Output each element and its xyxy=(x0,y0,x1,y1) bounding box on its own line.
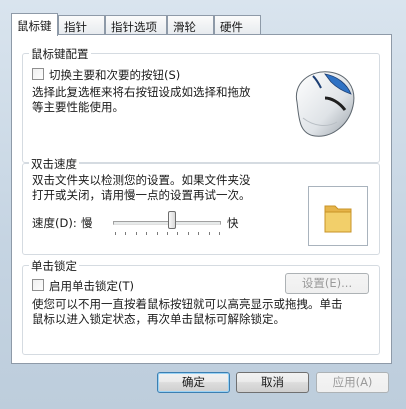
tab-label: 滑轮 xyxy=(173,20,196,34)
slider-tick xyxy=(156,232,158,235)
tab-pointers[interactable]: 指针 xyxy=(58,15,105,35)
description-line: 等主要性能使用。 xyxy=(32,100,124,114)
tab-wheel[interactable]: 滑轮 xyxy=(167,15,214,35)
ok-button[interactable]: 确定 xyxy=(157,372,230,393)
click-lock-group: 单击锁定 启用单击锁定(T) 设置(E)... 使您可以不用一直按着鼠标按钮就可… xyxy=(22,258,380,355)
description-line: 打开或关闭，请用慢一点的设置再试一次。 xyxy=(32,188,251,202)
tab-buttons[interactable]: 鼠标键 xyxy=(11,13,58,36)
speed-slider-track[interactable] xyxy=(113,221,221,225)
slider-tick xyxy=(208,232,210,235)
tab-label: 指针 xyxy=(64,20,87,34)
apply-button[interactable]: 应用(A) xyxy=(316,372,389,393)
slider-tick xyxy=(219,232,220,235)
mouse-image xyxy=(295,71,355,137)
slider-tick xyxy=(187,232,189,235)
description-line: 双击文件夹以检测您的设置。如果文件夹没 xyxy=(32,173,251,187)
tab-hardware[interactable]: 硬件 xyxy=(214,15,261,35)
double-click-test-area[interactable] xyxy=(308,186,368,246)
slider-tick xyxy=(198,232,200,235)
click-lock-label[interactable]: 启用单击锁定(T) xyxy=(49,278,134,294)
click-lock-description: 使您可以不用一直按着鼠标按钮就可以高亮显示或拖拽。单击 鼠标以进入锁定状态，再次… xyxy=(32,297,343,327)
button-config-group: 鼠标键配置 切换主要和次要的按钮(S) 选择此复选框来将右按钮设成如选择和拖放 … xyxy=(22,46,380,163)
double-click-description: 双击文件夹以检测您的设置。如果文件夹没 打开或关闭，请用慢一点的设置再试一次。 xyxy=(32,173,251,203)
tab-label: 硬件 xyxy=(220,20,243,34)
tab-panel: 鼠标键配置 切换主要和次要的按钮(S) 选择此复选框来将右按钮设成如选择和拖放 … xyxy=(11,34,392,364)
slider-tick xyxy=(146,232,148,235)
slider-tick xyxy=(177,232,179,235)
speed-slider-thumb[interactable] xyxy=(168,211,177,229)
group-title: 双击速度 xyxy=(29,156,79,172)
group-title: 鼠标键配置 xyxy=(29,46,91,62)
slider-tick xyxy=(167,232,168,235)
switch-buttons-checkbox[interactable] xyxy=(32,68,44,80)
click-lock-checkbox[interactable] xyxy=(32,279,44,291)
fast-label: 快 xyxy=(227,216,239,230)
tab-pointer-options[interactable]: 指针选项 xyxy=(105,15,167,35)
switch-buttons-label[interactable]: 切换主要和次要的按钮(S) xyxy=(49,67,180,83)
description-line: 选择此复选框来将右按钮设成如选择和拖放 xyxy=(32,85,251,99)
description-line: 使您可以不用一直按着鼠标按钮就可以高亮显示或拖拽。单击 xyxy=(32,297,343,311)
slider-tick xyxy=(135,232,137,235)
cancel-button[interactable]: 取消 xyxy=(236,372,309,393)
slow-label: 慢 xyxy=(81,216,93,230)
click-lock-settings-button[interactable]: 设置(E)... xyxy=(285,273,369,294)
folder-icon[interactable] xyxy=(323,200,353,234)
mouse-properties-dialog: 鼠标键 指针 指针选项 滑轮 硬件 鼠标键配置 切换主要和次要的按钮(S) 选择… xyxy=(0,0,406,409)
slider-tick xyxy=(115,232,116,235)
double-click-group: 双击速度 双击文件夹以检测您的设置。如果文件夹没 打开或关闭，请用慢一点的设置再… xyxy=(22,156,380,255)
button-config-description: 选择此复选框来将右按钮设成如选择和拖放 等主要性能使用。 xyxy=(32,85,251,115)
slider-tick xyxy=(125,232,127,235)
speed-label: 速度(D): xyxy=(32,216,77,230)
tab-label: 指针选项 xyxy=(111,20,157,34)
group-title: 单击锁定 xyxy=(29,258,79,274)
description-line: 鼠标以进入锁定状态，再次单击鼠标可解除锁定。 xyxy=(32,312,285,326)
tab-label: 鼠标键 xyxy=(17,19,52,33)
